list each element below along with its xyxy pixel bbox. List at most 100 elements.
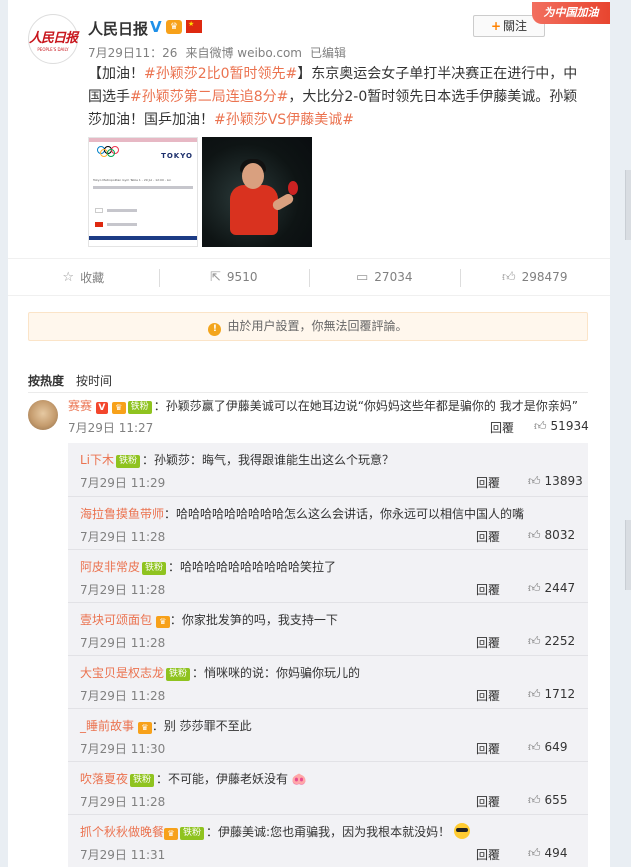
repost-count: 9510 xyxy=(226,270,258,284)
replier-name[interactable]: 吹落夏夜 xyxy=(80,772,128,786)
commenter-avatar[interactable] xyxy=(28,400,58,430)
image-pink-bar xyxy=(89,138,197,142)
reply-body: ：悄咪咪的说：你妈骗你玩儿的 xyxy=(192,666,361,680)
post-text: 【加油！#孙颖莎2比0暂时领先#】东京奥运会女子单打半决赛正在进行中，中国选手#… xyxy=(88,63,588,132)
hashtag-link[interactable]: #孙颖莎第二局连追8分# xyxy=(130,89,288,105)
replier-name[interactable]: 大宝贝是权志龙 xyxy=(80,666,164,680)
thumbs-up-icon: 👍︎ xyxy=(502,269,516,285)
replier-name[interactable]: _睡前故事 xyxy=(80,719,134,733)
post-source[interactable]: 来自微博 weibo.com xyxy=(185,46,302,60)
comment-button[interactable]: ▭ 27034 xyxy=(309,259,460,295)
page-edge xyxy=(610,0,631,867)
reply-body: ：别 莎莎罪不至此 xyxy=(151,719,252,733)
reply-like-button[interactable]: 👍︎ 2447 xyxy=(528,581,588,596)
reply-item: Li下木 铁粉 ：孙颖莎：晦气，我得跟谁能生出这么个玩意？ 7月29日 11:29 … xyxy=(68,443,588,496)
reply-like-count: 1712 xyxy=(544,687,576,701)
replier-name[interactable]: 抓个秋秋做晚餐 xyxy=(80,825,164,839)
reply-like-count: 655 xyxy=(544,793,568,807)
author-name[interactable]: 人民日报 xyxy=(88,18,148,39)
replier-name[interactable]: 壹块可颂面包 xyxy=(80,613,152,627)
image-line xyxy=(107,223,137,226)
image-blue-bar xyxy=(89,236,197,240)
image-player-head xyxy=(242,163,264,189)
like-button[interactable]: 👍︎ 298479 xyxy=(459,259,611,295)
reply-button[interactable]: 回覆 xyxy=(476,687,500,704)
comment-like-count: 51934 xyxy=(550,419,589,433)
reply-time: 7月29日 11:28 xyxy=(80,795,166,809)
vip-icon: ♛ xyxy=(166,20,182,34)
thumbs-up-icon: 👍︎ xyxy=(528,687,541,701)
cheer-banner[interactable]: 为中国加油 xyxy=(532,2,610,24)
comment-like-button[interactable]: 👍︎ 51934 xyxy=(534,419,594,434)
reply-button[interactable]: 回覆 xyxy=(476,846,500,863)
reply-like-count: 2252 xyxy=(544,634,576,648)
reply-like-button[interactable]: 👍︎ 649 xyxy=(528,740,588,755)
thumbs-up-icon: 👍︎ xyxy=(528,474,541,488)
like-count: 298479 xyxy=(521,270,568,284)
reply-list: Li下木 铁粉 ：孙颖莎：晦气，我得跟谁能生出这么个玩意？ 7月29日 11:29 … xyxy=(68,443,588,867)
fan-badge: 铁粉 xyxy=(180,827,205,840)
reply-button[interactable]: 回覆 xyxy=(476,581,500,598)
side-tab[interactable] xyxy=(625,520,631,590)
reply-time: 7月29日 11:28 xyxy=(80,689,166,703)
reply-body: ：不可能，伊藤老妖没有 xyxy=(156,772,289,786)
verified-icon: V xyxy=(150,18,162,36)
hashtag-link[interactable]: #孙颖莎VS伊藤美诚# xyxy=(214,112,354,128)
reply-body: ：孙颖莎：晦气，我得跟谁能生出这么个玩意？ xyxy=(142,453,395,467)
reply-body: ：哈哈哈哈哈哈哈哈哈怎么这么会讲话，你永远可以相信中国人的嘴 xyxy=(164,507,525,521)
reply-button[interactable]: 回覆 xyxy=(476,528,500,545)
reply-time: 7月29日 11:29 xyxy=(80,476,166,490)
plus-icon: + xyxy=(490,19,502,33)
comment-icon: ▭ xyxy=(356,269,369,285)
fan-badge: 铁粉 xyxy=(142,562,167,575)
reply-like-count: 13893 xyxy=(544,474,583,488)
repost-button[interactable]: ⇱ 9510 xyxy=(158,259,310,295)
favorite-label: 收藏 xyxy=(80,270,105,285)
commenter-name[interactable]: 赛赛 xyxy=(68,399,92,413)
comment-disabled-notice: ! 由於用户設置，你無法回覆評論。 xyxy=(28,312,588,341)
favorite-button[interactable]: ☆ 收藏 xyxy=(8,259,159,295)
cool-sunglasses-emoji-icon xyxy=(453,823,470,839)
replier-name[interactable]: Li下木 xyxy=(80,453,114,467)
reply-time: 7月29日 11:28 xyxy=(80,636,166,650)
side-tab[interactable] xyxy=(625,170,631,240)
tab-sort-hot[interactable]: 按热度 xyxy=(28,374,64,388)
reply-item: 壹块可颂面包 ♛ ：你家批发笋的吗，我支持一下 7月29日 11:28 回覆 👍︎… xyxy=(68,602,588,655)
hashtag-link[interactable]: #孙颖莎2比0暂时领先# xyxy=(144,66,297,82)
reply-button[interactable]: 回覆 xyxy=(476,793,500,810)
reply-body: ：你家批发笋的吗，我支持一下 xyxy=(169,613,338,627)
image-paddle xyxy=(288,181,298,195)
avatar-logo-text: 人民日报 xyxy=(29,30,78,46)
post-image-scoreboard[interactable]: TOKYO Tokyo Metropolitan Gym Table 1 - 2… xyxy=(88,137,198,247)
thumbs-up-icon: 👍︎ xyxy=(534,419,547,433)
china-flag-icon xyxy=(95,222,103,227)
reply-item: 吹落夏夜 铁粉 ：不可能，伊藤老妖没有 🐽 7月29日 11:28 回覆 👍︎ 655 xyxy=(68,761,588,814)
divider xyxy=(28,392,588,393)
reply-button[interactable]: 回覆 xyxy=(476,634,500,651)
avatar-logo-sub: PEOPLE'S DAILY xyxy=(37,46,69,52)
comment-body: ：孙颖莎赢了伊藤美诚可以在她耳边说“你妈妈这些年都是骗你的 我才是你亲妈” xyxy=(153,399,578,413)
thumbs-up-icon: 👍︎ xyxy=(528,528,541,542)
reply-button[interactable]: 回覆 xyxy=(476,740,500,757)
reply-button[interactable]: 回覆 xyxy=(476,474,500,491)
reply-like-button[interactable]: 👍︎ 13893 xyxy=(528,474,588,489)
replier-name[interactable]: 海拉鲁摸鱼带师 xyxy=(80,507,164,521)
post-image-player[interactable] xyxy=(202,137,312,247)
reply-like-button[interactable]: 👍︎ 655 xyxy=(528,793,588,808)
reply-time: 7月29日 11:31 xyxy=(80,848,166,862)
reply-like-count: 494 xyxy=(544,846,568,860)
reply-like-button[interactable]: 👍︎ 494 xyxy=(528,846,588,861)
reply-button[interactable]: 回覆 xyxy=(490,419,514,436)
author-avatar[interactable]: 人民日报 PEOPLE'S DAILY xyxy=(28,14,78,64)
reply-like-button[interactable]: 👍︎ 1712 xyxy=(528,687,588,702)
post-action-bar: ☆ 收藏 ⇱ 9510 ▭ 27034 👍︎ 298479 xyxy=(8,258,610,296)
post-meta: 7月29日11：26 来自微博 weibo.com 已编辑 xyxy=(88,44,354,61)
tab-sort-time[interactable]: 按时间 xyxy=(76,374,112,388)
reply-time: 7月29日 11:28 xyxy=(80,583,166,597)
olympic-rings-icon xyxy=(97,146,121,157)
reply-like-button[interactable]: 👍︎ 2252 xyxy=(528,634,588,649)
fan-badge: 铁粉 xyxy=(116,455,141,468)
reply-like-button[interactable]: 👍︎ 8032 xyxy=(528,528,588,543)
replier-name[interactable]: 阿皮非常皮 xyxy=(80,560,140,574)
post-time[interactable]: 7月29日11：26 xyxy=(88,46,177,60)
